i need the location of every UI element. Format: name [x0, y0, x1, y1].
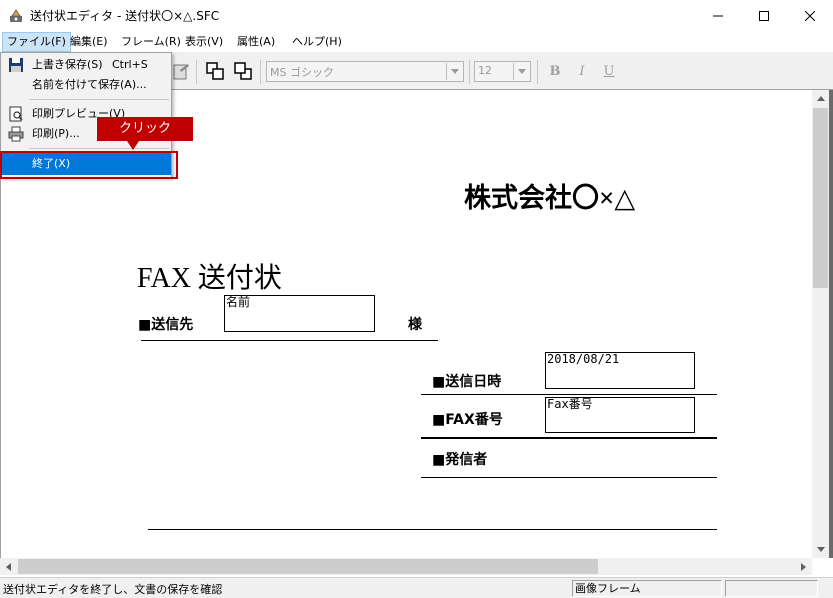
menu-item-label: 名前を付けて保存(A)... — [32, 78, 147, 91]
menu-separator — [29, 148, 169, 149]
send-back-icon[interactable] — [232, 60, 254, 82]
italic-button[interactable]: I — [572, 62, 592, 82]
menu-help[interactable]: ヘルプ(H) — [288, 32, 346, 52]
fax-number-label: ■FAX番号 — [432, 412, 503, 428]
menu-file[interactable]: ファイル(F) — [2, 32, 71, 52]
status-frame-type: 画像フレーム — [572, 580, 722, 597]
menu-bar: ファイル(F) 編集(E) フレーム(R) 表示(V) 属性(A) ヘルプ(H) — [0, 32, 833, 52]
sender-label: ■発信者 — [432, 452, 488, 468]
menu-item-shortcut: Ctrl+S — [112, 58, 148, 71]
toolbar-separator — [260, 60, 261, 84]
menu-separator — [29, 99, 169, 100]
bring-front-icon[interactable] — [204, 60, 226, 82]
send-date-field[interactable]: 2018/08/21 — [545, 352, 695, 389]
scroll-up-icon[interactable] — [812, 90, 829, 107]
horizontal-scroll-thumb[interactable] — [18, 559, 598, 574]
printer-icon — [8, 126, 24, 142]
bold-button[interactable]: B — [545, 62, 565, 82]
floppy-disk-icon — [9, 58, 23, 72]
menu-item-save[interactable]: 上書き保存(S) Ctrl+S — [2, 54, 171, 76]
title-bar: 送付状エディタ - 送付状〇×△.SFC — [0, 0, 833, 32]
font-size-combo[interactable]: 12 — [474, 61, 531, 82]
toolbar-separator — [196, 60, 197, 84]
app-icon — [10, 9, 22, 22]
chevron-down-icon[interactable] — [513, 63, 529, 80]
chevron-down-icon[interactable] — [446, 63, 462, 80]
company-name[interactable]: 株式会社〇×△ — [464, 176, 635, 215]
toolbar-separator — [469, 60, 470, 84]
scroll-down-icon[interactable] — [812, 541, 829, 558]
minimize-icon — [713, 15, 723, 17]
fax-number-field[interactable]: Fax番号 — [545, 397, 695, 433]
callout-pointer — [127, 141, 139, 150]
menu-attribute[interactable]: 属性(A) — [233, 32, 279, 52]
paste-icon[interactable] — [170, 60, 192, 82]
underline-button[interactable]: U — [599, 62, 619, 82]
click-callout: クリック — [97, 117, 193, 141]
menu-view[interactable]: 表示(V) — [181, 32, 227, 52]
print-preview-icon — [9, 106, 23, 122]
menu-frame[interactable]: フレーム(R) — [117, 32, 185, 52]
maximize-icon — [759, 11, 769, 21]
window-title: 送付状エディタ - 送付状〇×△.SFC — [30, 9, 220, 23]
status-pane-empty — [725, 580, 818, 597]
menu-edit[interactable]: 編集(E) — [66, 32, 112, 52]
document-title[interactable]: FAX 送付状 — [137, 256, 282, 296]
recipient-label: ■送信先 — [138, 317, 194, 333]
maximize-button[interactable] — [741, 0, 787, 32]
close-icon — [805, 11, 815, 21]
window-edge — [829, 90, 833, 558]
font-size-value: 12 — [478, 64, 492, 77]
menu-item-label: 印刷(P)... — [32, 127, 80, 140]
menu-item-label: 上書き保存(S) — [32, 58, 103, 71]
fax-underline — [421, 437, 717, 439]
footer-rule — [148, 529, 717, 530]
send-date-label: ■送信日時 — [432, 374, 502, 390]
recipient-name-field[interactable]: 名前 — [224, 295, 375, 332]
date-underline — [421, 394, 717, 395]
font-name-value: MS ゴシック — [270, 66, 334, 79]
menu-item-save-as[interactable]: 名前を付けて保存(A)... — [2, 74, 171, 96]
exit-highlight-frame — [0, 151, 178, 179]
scroll-right-icon[interactable] — [795, 558, 812, 575]
toolbar-separator — [537, 60, 538, 84]
minimize-button[interactable] — [695, 0, 741, 32]
scroll-left-icon[interactable] — [0, 558, 17, 575]
font-name-combo[interactable]: MS ゴシック — [266, 61, 464, 82]
status-message: 送付状エディタを終了し、文書の保存を確認 — [3, 583, 223, 596]
honorific-label: 様 — [408, 317, 422, 333]
sender-underline — [421, 477, 717, 478]
close-button[interactable] — [787, 0, 833, 32]
recipient-underline — [141, 340, 438, 341]
status-bar: 送付状エディタを終了し、文書の保存を確認 画像フレーム — [0, 577, 833, 598]
vertical-scroll-thumb[interactable] — [813, 108, 828, 288]
